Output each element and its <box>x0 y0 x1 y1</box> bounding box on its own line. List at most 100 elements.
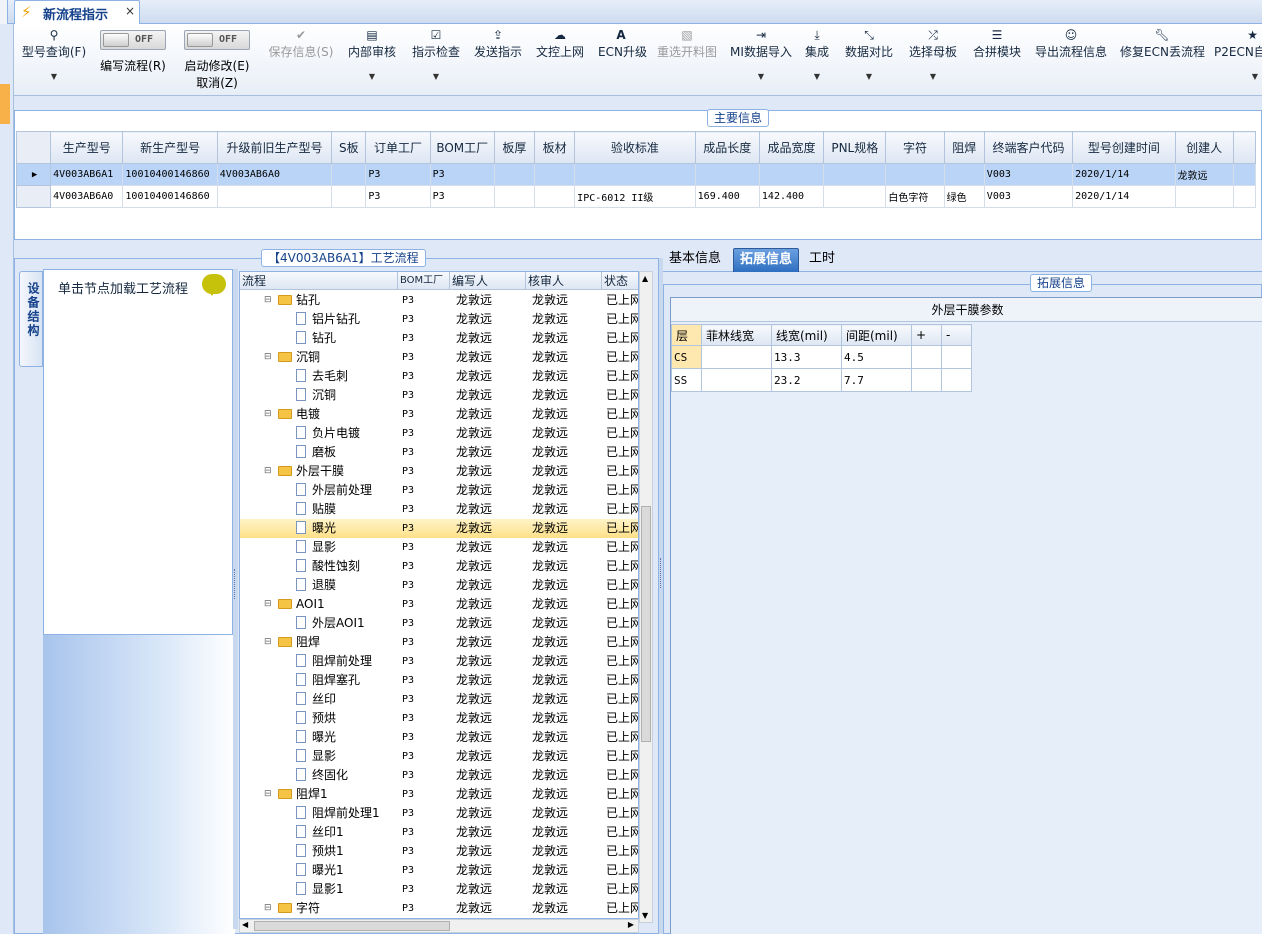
tree-col-reviewer[interactable]: 核审人 <box>526 272 602 290</box>
tab-new-flow-instruction[interactable]: ⚡ 新流程指示 × <box>14 0 140 24</box>
dropdown-arrow-icon[interactable]: ▼ <box>346 70 398 84</box>
query-model-button[interactable]: ⚲ 型号查询(F) ▼ <box>18 24 90 96</box>
tree-row[interactable]: 钻孔 P3 龙敦远 龙敦远 已上网 <box>240 329 638 348</box>
ecn-upgrade-button[interactable]: A ECN升级 <box>598 24 647 96</box>
main-info-col-header[interactable]: 板厚 <box>493 131 536 164</box>
main-info-cell[interactable]: P3 <box>365 185 431 208</box>
main-info-cell[interactable]: 绿色 <box>943 185 985 208</box>
main-info-cell[interactable] <box>823 185 887 208</box>
main-info-cell[interactable] <box>758 163 825 186</box>
select-mother-board-button[interactable]: ⤮ 选择母板 ▼ <box>906 24 960 96</box>
tree-row[interactable]: 终固化 P3 龙敦远 龙敦远 已上网 <box>240 766 638 785</box>
dropdown-arrow-icon[interactable]: ▼ <box>410 70 462 84</box>
collapse-toggle-icon[interactable]: ⊟ <box>264 595 272 614</box>
main-info-col-header[interactable]: PNL规格 <box>823 131 887 164</box>
main-info-cell[interactable] <box>216 185 333 208</box>
tree-col-status[interactable]: 状态 <box>602 272 638 290</box>
save-info-button[interactable]: ✔ 保存信息(S) <box>264 24 338 96</box>
tree-row[interactable]: 显影 P3 龙敦远 龙敦远 已上网 <box>240 538 638 557</box>
tree-vertical-scrollbar[interactable]: ▲ ▼ <box>639 271 653 923</box>
tree-row[interactable]: 酸性蚀刻 P3 龙敦远 龙敦远 已上网 <box>240 557 638 576</box>
film-cell[interactable]: 23.2 <box>771 368 842 392</box>
main-info-col-header[interactable]: BOM工厂 <box>429 131 495 164</box>
tree-row[interactable]: ⊟ 沉铜 P3 龙敦远 龙敦远 已上网 <box>240 348 638 367</box>
scroll-down-icon[interactable]: ▼ <box>642 911 648 920</box>
data-compare-button[interactable]: ⤡ 数据对比 ▼ <box>842 24 896 96</box>
main-info-col-header[interactable]: 成品宽度 <box>758 131 825 164</box>
main-info-cell[interactable]: 4V003AB6A0 <box>50 185 124 208</box>
film-cell[interactable] <box>941 345 972 369</box>
film-cell[interactable] <box>701 368 772 392</box>
main-info-col-header[interactable]: 阻焊 <box>943 131 985 164</box>
film-cell[interactable]: 7.7 <box>841 368 912 392</box>
main-info-cell[interactable]: V003 <box>983 185 1074 208</box>
tree-row[interactable]: 曝光 P3 龙敦远 龙敦远 已上网 <box>240 728 638 747</box>
mi-import-button[interactable]: ⇥ MI数据导入 ▼ <box>728 24 794 96</box>
tab-basic-info[interactable]: 基本信息 <box>663 248 727 272</box>
tree-row[interactable]: 曝光 P3 龙敦远 龙敦远 已上网 <box>240 519 638 538</box>
dropdown-arrow-icon[interactable]: ▼ <box>906 70 960 84</box>
p2ecn-button[interactable]: ★ P2ECN自动 ▼ <box>1214 24 1262 96</box>
main-info-col-header[interactable]: 板材 <box>534 131 576 164</box>
film-cell[interactable]: 4.5 <box>841 345 912 369</box>
tree-row[interactable]: 磨板 P3 龙敦远 龙敦远 已上网 <box>240 443 638 462</box>
main-info-col-header[interactable]: 升级前旧生产型号 <box>216 131 333 164</box>
flow-navigation-box[interactable]: 单击节点加载工艺流程 <box>43 269 233 635</box>
film-row[interactable]: SS 23.2 7.7 <box>671 368 972 392</box>
film-cell[interactable] <box>941 368 972 392</box>
main-info-cell[interactable]: 4V003AB6A0 <box>216 163 333 186</box>
tree-row[interactable]: 预烘1 P3 龙敦远 龙敦远 已上网 <box>240 842 638 861</box>
main-info-cell[interactable] <box>493 185 536 208</box>
film-cell[interactable]: CS <box>671 345 702 369</box>
main-info-row[interactable]: 4V003AB6A0 10010400146860 P3 P3 IPC-6012 II级… <box>15 185 1257 208</box>
tree-row[interactable]: 退膜 P3 龙敦远 龙敦远 已上网 <box>240 576 638 595</box>
tree-row[interactable]: 显影 P3 龙敦远 龙敦远 已上网 <box>240 747 638 766</box>
dropdown-arrow-icon[interactable]: ▼ <box>842 70 896 84</box>
dropdown-arrow-icon[interactable]: ▼ <box>728 70 794 84</box>
main-info-cell[interactable] <box>694 163 760 186</box>
film-row[interactable]: CS 13.3 4.5 <box>671 345 972 369</box>
tree-row[interactable]: ⊟ 外层干膜 P3 龙敦远 龙敦远 已上网 <box>240 462 638 481</box>
main-info-cell[interactable] <box>331 185 367 208</box>
main-info-col-header[interactable]: S板 <box>331 131 367 164</box>
export-flow-button[interactable]: ☺ 导出流程信息 <box>1032 24 1110 96</box>
tree-row[interactable]: ⊟ 字符 P3 龙敦远 龙敦远 已上网 <box>240 899 638 918</box>
horizontal-scroll-thumb[interactable] <box>254 921 450 931</box>
collapse-toggle-icon[interactable]: ⊟ <box>264 785 272 804</box>
cancel-button[interactable]: 取消(Z) <box>180 74 254 91</box>
tree-row[interactable]: 阻焊塞孔 P3 龙敦远 龙敦远 已上网 <box>240 671 638 690</box>
integrate-button[interactable]: ⤓ 集成 ▼ <box>802 24 832 96</box>
main-info-col-header[interactable]: 订单工厂 <box>365 131 431 164</box>
equipment-structure-side-tab[interactable]: 设备结构 <box>19 271 43 367</box>
tree-row[interactable]: ⊟ 阻焊 P3 龙敦远 龙敦远 已上网 <box>240 633 638 652</box>
main-info-cell[interactable]: P3 <box>365 163 431 186</box>
tree-row[interactable]: 曝光1 P3 龙敦远 龙敦远 已上网 <box>240 861 638 880</box>
main-info-col-header[interactable]: 新生产型号 <box>122 131 218 164</box>
film-col-header[interactable]: + <box>911 324 942 346</box>
main-info-col-header[interactable]: 验收标准 <box>574 131 696 164</box>
tree-row[interactable]: ⊟ 电镀 P3 龙敦远 龙敦远 已上网 <box>240 405 638 424</box>
tree-row[interactable]: ⊟ AOI1 P3 龙敦远 龙敦远 已上网 <box>240 595 638 614</box>
tab-work-hours[interactable]: 工时 <box>803 248 841 272</box>
main-info-cell[interactable] <box>943 163 985 186</box>
scroll-left-icon[interactable]: ◀ <box>242 920 248 929</box>
main-info-cell[interactable]: 142.400 <box>758 185 825 208</box>
tree-row[interactable]: ⊟ 阻焊1 P3 龙敦远 龙敦远 已上网 <box>240 785 638 804</box>
tree-col-bom[interactable]: BOM工厂 <box>398 272 450 290</box>
dropdown-arrow-icon[interactable]: ▼ <box>18 70 90 84</box>
repair-ecn-button[interactable]: 🔧︎ 修复ECN丢流程 <box>1120 24 1205 96</box>
main-info-col-header[interactable]: 成品长度 <box>694 131 760 164</box>
main-info-cell[interactable] <box>534 163 576 186</box>
main-info-cell[interactable] <box>534 185 576 208</box>
upload-doc-button[interactable]: ☁ 文控上网 <box>534 24 586 96</box>
tree-row[interactable]: 外层AOI1 P3 龙敦远 龙敦远 已上网 <box>240 614 638 633</box>
tree-row[interactable]: 预烘 P3 龙敦远 龙敦远 已上网 <box>240 709 638 728</box>
main-info-cell[interactable] <box>885 163 945 186</box>
send-instruction-button[interactable]: ⇪ 发送指示 <box>472 24 524 96</box>
tree-row[interactable]: 显影1 P3 龙敦远 龙敦远 已上网 <box>240 880 638 899</box>
main-info-cell[interactable]: 2020/1/14 <box>1072 185 1176 208</box>
main-info-row[interactable]: ▶ 4V003AB6A1 10010400146860 4V003AB6A0 P3 P3 V… <box>15 163 1257 186</box>
instruction-check-button[interactable]: ☑ 指示检查 ▼ <box>410 24 462 96</box>
collapse-toggle-icon[interactable]: ⊟ <box>264 462 272 481</box>
collapse-toggle-icon[interactable]: ⊟ <box>264 291 272 310</box>
